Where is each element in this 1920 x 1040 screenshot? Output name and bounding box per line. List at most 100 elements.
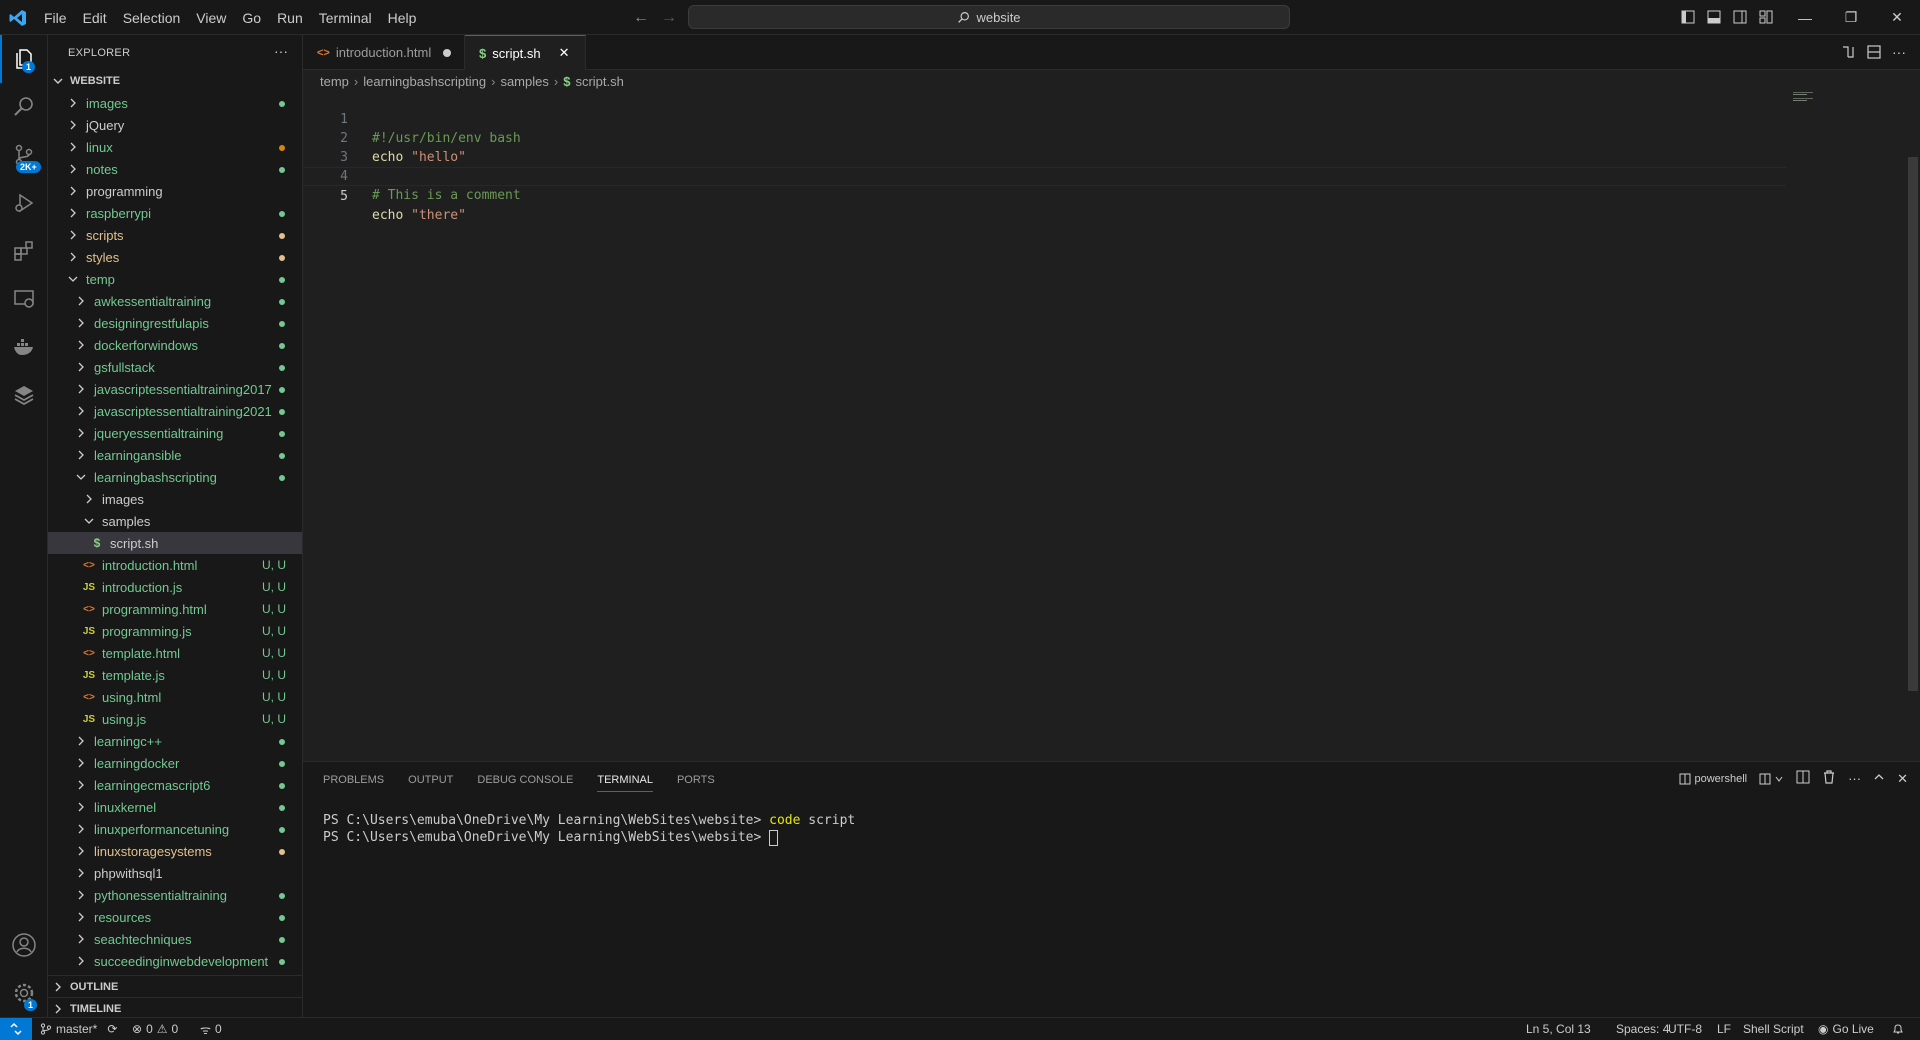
notifications-bell-icon[interactable] [1892, 1018, 1904, 1040]
tree-folder[interactable]: learningc++ [48, 730, 302, 752]
tab-script-sh[interactable]: $ script.sh ✕ [465, 35, 586, 70]
tree-folder[interactable]: styles [48, 246, 302, 268]
outline-section-header[interactable]: OUTLINE [48, 975, 302, 997]
breadcrumb-item[interactable]: learningbashscripting [363, 74, 486, 89]
restore-icon[interactable]: ❐ [1828, 0, 1874, 35]
tree-folder[interactable]: raspberrypi [48, 202, 302, 224]
search-activity[interactable] [0, 83, 48, 131]
tree-file[interactable]: JS introduction.js U, U [48, 576, 302, 598]
terminal-output[interactable]: PS C:\Users\emuba\OneDrive\My Learning\W… [323, 812, 855, 846]
breadcrumb-item[interactable]: script.sh [575, 74, 623, 89]
tree-folder[interactable]: samples [48, 510, 302, 532]
tree-file[interactable]: JS using.js U, U [48, 708, 302, 730]
tree-folder[interactable]: learningdocker [48, 752, 302, 774]
menu-file[interactable]: File [36, 10, 75, 26]
panel-tab-problems[interactable]: PROBLEMS [323, 762, 384, 797]
tree-folder[interactable]: images [48, 488, 302, 510]
tab-introduction-html[interactable]: <> introduction.html [303, 35, 465, 70]
run-debug-activity[interactable] [0, 179, 48, 227]
back-arrow-icon[interactable]: ← [630, 7, 652, 29]
tree-folder[interactable]: learningecmascript6 [48, 774, 302, 796]
tree-folder[interactable]: notes [48, 158, 302, 180]
indentation-status[interactable]: Spaces: 4 [1616, 1018, 1669, 1040]
toggle-primary-sidebar-icon[interactable] [1678, 6, 1698, 28]
menu-go[interactable]: Go [234, 10, 269, 26]
tree-folder[interactable]: awkessentialtraining [48, 290, 302, 312]
tree-file[interactable]: $ script.sh [48, 532, 302, 554]
eol-status[interactable]: LF [1717, 1018, 1731, 1040]
more-actions-icon[interactable]: ··· [1848, 771, 1861, 786]
stack-activity[interactable] [0, 371, 48, 419]
remote-explorer-activity[interactable] [0, 275, 48, 323]
tree-folder[interactable]: learningansible [48, 444, 302, 466]
source-control-activity[interactable]: 2K+ [0, 131, 48, 179]
panel-tab-output[interactable]: OUTPUT [408, 762, 453, 797]
customize-layout-icon[interactable] [1756, 6, 1776, 28]
menu-edit[interactable]: Edit [75, 10, 115, 26]
panel-tab-terminal[interactable]: TERMINAL [597, 762, 653, 797]
tree-folder[interactable]: jQuery [48, 114, 302, 136]
encoding-status[interactable]: UTF-8 [1668, 1018, 1702, 1040]
split-panel-icon[interactable] [1796, 770, 1810, 787]
tree-folder[interactable]: javascriptessentialtraining2021 [48, 400, 302, 422]
tree-file[interactable]: <> using.html U, U [48, 686, 302, 708]
minimize-icon[interactable]: — [1782, 0, 1828, 35]
tree-folder[interactable]: succeedinginwebdevelopment [48, 950, 302, 972]
branch-status[interactable]: master* ⟳ [40, 1018, 117, 1040]
tree-folder[interactable]: designingrestfulapis [48, 312, 302, 334]
tree-folder[interactable]: phpwithsql1 [48, 862, 302, 884]
menu-selection[interactable]: Selection [115, 10, 189, 26]
tree-folder[interactable]: pythonessentialtraining [48, 884, 302, 906]
toggle-secondary-sidebar-icon[interactable] [1730, 6, 1750, 28]
compare-changes-icon[interactable] [1840, 44, 1856, 63]
extensions-activity[interactable] [0, 227, 48, 275]
tree-folder[interactable]: seachtechniques [48, 928, 302, 950]
tree-file[interactable]: JS programming.js U, U [48, 620, 302, 642]
timeline-section-header[interactable]: TIMELINE [48, 997, 302, 1019]
accounts-activity[interactable] [0, 921, 48, 969]
scrollbar-thumb[interactable] [1908, 157, 1918, 691]
command-center-search[interactable]: website [688, 5, 1290, 29]
tree-file[interactable]: JS template.js U, U [48, 664, 302, 686]
editor-scrollbar[interactable] [1906, 91, 1920, 691]
tree-folder[interactable]: learningbashscripting [48, 466, 302, 488]
tree-file[interactable]: <> template.html U, U [48, 642, 302, 664]
more-actions-icon[interactable]: ··· [274, 43, 288, 59]
minimap[interactable] [1793, 91, 1817, 103]
language-mode[interactable]: Shell Script [1743, 1018, 1804, 1040]
tree-folder[interactable]: linuxkernel [48, 796, 302, 818]
tree-folder[interactable]: resources [48, 906, 302, 928]
more-actions-icon[interactable]: ··· [1892, 44, 1906, 63]
menu-run[interactable]: Run [269, 10, 311, 26]
maximize-panel-icon[interactable] [1873, 771, 1885, 786]
tree-folder[interactable]: jqueryessentialtraining [48, 422, 302, 444]
tree-file[interactable]: <> introduction.html U, U [48, 554, 302, 576]
tree-folder[interactable]: linuxstoragesystems [48, 840, 302, 862]
new-terminal-dropdown[interactable] [1759, 773, 1784, 785]
tree-folder[interactable]: gsfullstack [48, 356, 302, 378]
unsaved-dot-icon[interactable] [443, 48, 452, 57]
panel-tab-debug-console[interactable]: DEBUG CONSOLE [477, 762, 573, 797]
close-panel-icon[interactable]: ✕ [1897, 771, 1908, 787]
tree-folder[interactable]: javascriptessentialtraining2017 [48, 378, 302, 400]
sync-icon[interactable]: ⟳ [107, 1022, 117, 1036]
close-window-icon[interactable]: ✕ [1874, 0, 1920, 35]
problems-status[interactable]: ⊗ 0 ⚠ 0 [132, 1018, 178, 1040]
forward-arrow-icon[interactable]: → [658, 7, 680, 29]
explorer-activity[interactable]: 1 [0, 35, 48, 83]
close-tab-icon[interactable]: ✕ [559, 45, 570, 61]
ports-status[interactable]: ᯤ 0 [200, 1018, 222, 1040]
manage-activity[interactable]: 1 [0, 969, 48, 1017]
menu-terminal[interactable]: Terminal [311, 10, 380, 26]
terminal-shell-selector[interactable]: powershell [1679, 773, 1747, 785]
menu-help[interactable]: Help [380, 10, 425, 26]
tree-folder[interactable]: temp [48, 268, 302, 290]
docker-activity[interactable] [0, 323, 48, 371]
go-live-button[interactable]: ◉ Go Live [1818, 1018, 1874, 1040]
trash-icon[interactable] [1822, 770, 1836, 787]
breadcrumb-item[interactable]: temp [320, 74, 349, 89]
cursor-position[interactable]: Ln 5, Col 13 [1526, 1018, 1591, 1040]
workspace-section-header[interactable]: WEBSITE [48, 70, 302, 92]
tree-file[interactable]: <> programming.html U, U [48, 598, 302, 620]
code-editor[interactable]: 1 #!/usr/bin/env bash 2 echo "hello" 3 4… [303, 91, 1903, 223]
